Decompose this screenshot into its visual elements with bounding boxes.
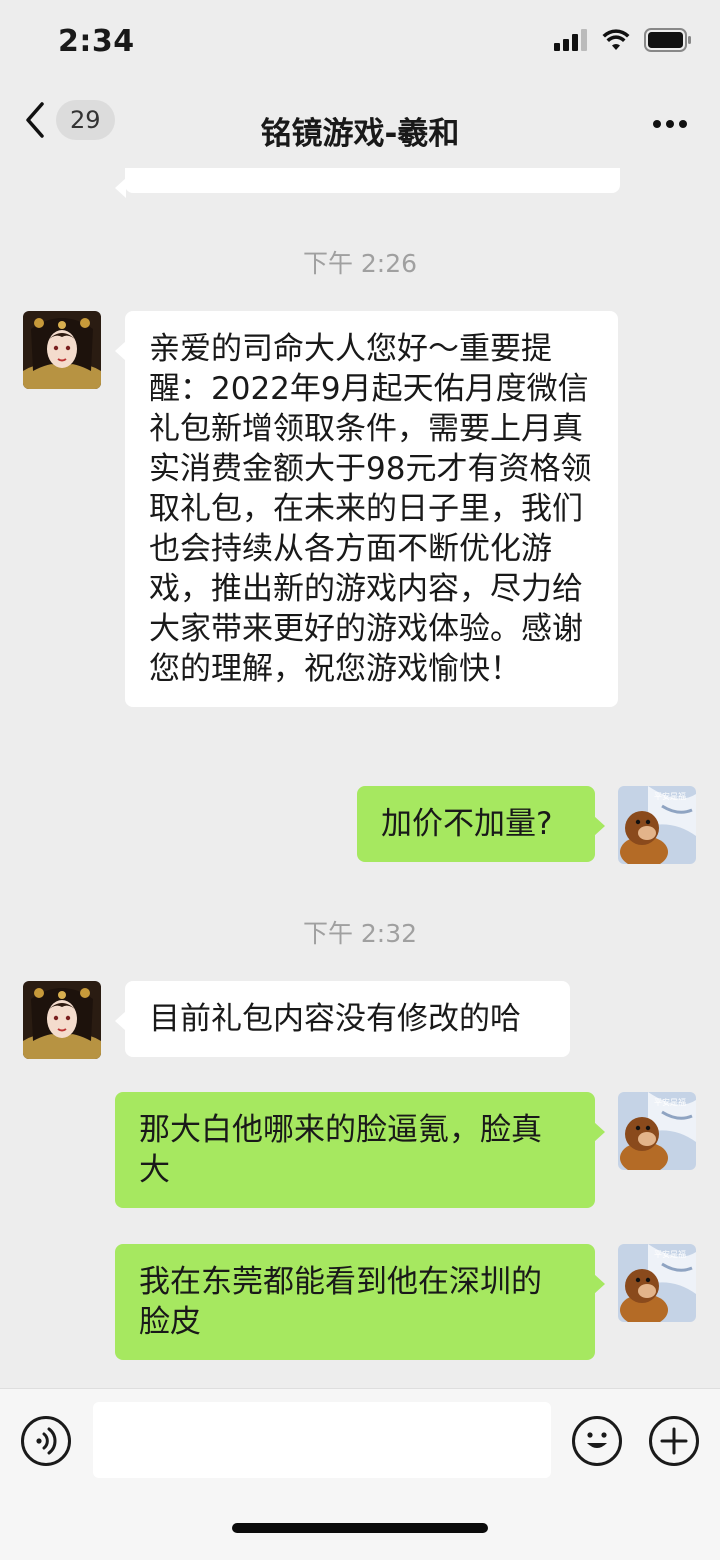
signal-icon [554, 29, 587, 51]
input-bar [0, 1388, 720, 1560]
chat-header: 29 铭镜游戏-羲和 [0, 90, 720, 168]
self-avatar[interactable]: 平安是福 [618, 1244, 696, 1322]
more-button[interactable] [652, 114, 688, 133]
wifi-icon [602, 29, 630, 50]
voice-icon [36, 1427, 57, 1455]
emoji-icon [587, 1432, 607, 1448]
voice-button[interactable] [21, 1416, 71, 1466]
message-text: 目前礼包内容没有修改的哈 [149, 1001, 521, 1037]
status-time: 2:34 [58, 24, 135, 59]
message-bubble[interactable]: 目前礼包内容没有修改的哈 [115, 981, 570, 1057]
emoji-button[interactable] [572, 1416, 622, 1466]
battery-icon [644, 28, 691, 52]
message-bubble[interactable]: 那大白他哪来的脸逼氪，脸真大 [115, 1092, 605, 1208]
home-indicator[interactable] [232, 1523, 488, 1533]
more-icon [653, 120, 687, 128]
message-bubble[interactable]: 亲爱的司命大人您好～重要提醒：2022年9月起天佑月度微信礼包新增领取条件，需要… [115, 311, 618, 707]
previous-message-bubble[interactable] [115, 168, 620, 198]
timestamp: 下午 2:26 [302, 249, 418, 278]
add-button[interactable] [649, 1416, 699, 1466]
message-bubble[interactable]: 加价不加量? [357, 786, 605, 862]
contact-avatar[interactable] [23, 311, 101, 389]
contact-avatar[interactable] [23, 981, 101, 1059]
message-input[interactable] [93, 1402, 551, 1478]
message-text: 亲爱的司命大人您好～重要提醒：2022年9月起天佑月度微信礼包新增领取条件，需要… [149, 331, 592, 687]
message-text: 加价不加量? [381, 806, 553, 842]
timestamp: 下午 2:32 [302, 919, 418, 948]
message-bubble[interactable]: 我在东莞都能看到他在深圳的脸皮 [115, 1244, 605, 1360]
message-text: 那大白他哪来的脸逼氪，脸真大 [139, 1112, 542, 1188]
self-avatar[interactable]: 平安是福 [618, 786, 696, 864]
add-icon [660, 1427, 688, 1455]
svg-text:平安是福: 平安是福 [654, 1097, 686, 1107]
self-avatar[interactable]: 平安是福 [618, 1092, 696, 1170]
chat-title: 铭镜游戏-羲和 [260, 116, 460, 152]
status-icons [554, 28, 692, 52]
message-text: 我在东莞都能看到他在深圳的脸皮 [139, 1264, 542, 1340]
svg-text:平安是福: 平安是福 [654, 1249, 686, 1259]
status-bar: 2:34 [0, 0, 720, 90]
message-list[interactable]: 下午 2:26 亲爱的司命大人您好～重要提醒：2022年9月起天佑月度微信礼包新… [0, 168, 720, 1388]
svg-text:平安是福: 平安是福 [654, 791, 686, 801]
